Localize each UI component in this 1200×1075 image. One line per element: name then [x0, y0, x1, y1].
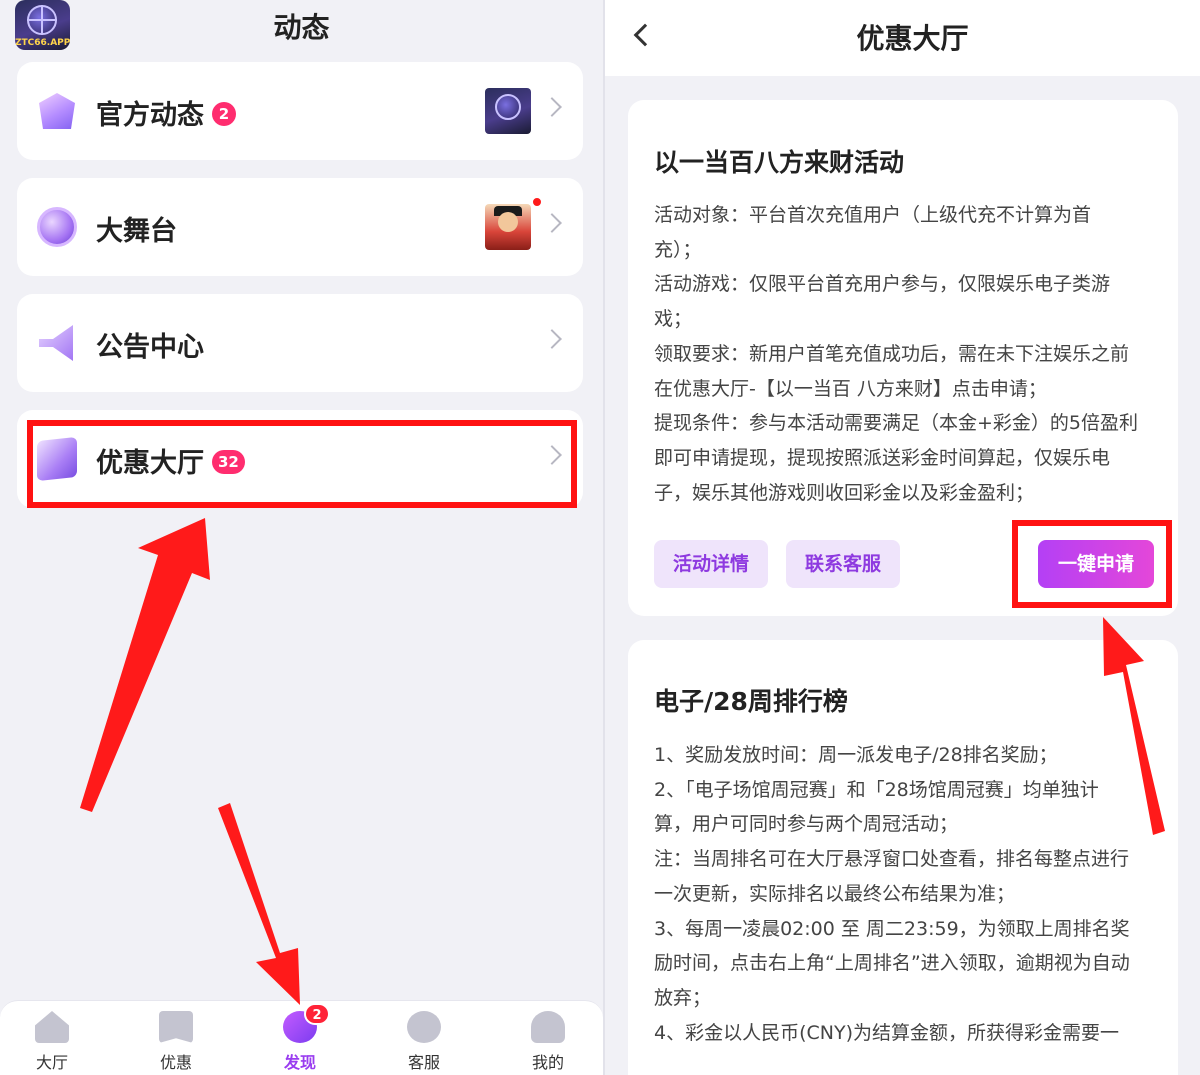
top-bar: ZTC66.APP 动态 [0, 0, 603, 50]
menu-item-official-news[interactable]: 官方动态 2 [17, 62, 583, 160]
promo-line: 1、奖励发放时间：周一派发电子/28排名奖励； [654, 744, 1058, 766]
menu-item-label: 官方动态 [96, 100, 204, 131]
promo-title: 以一当百八方来财活动 [654, 148, 905, 177]
arrow-to-discover-tab [218, 803, 300, 1005]
tab-offers[interactable]: 优惠 [136, 1011, 216, 1073]
tab-label: 优惠 [159, 1053, 192, 1072]
promo-line: 励时间，点击右上角“上周排名”进入领取，逾期视为自动 [654, 952, 1130, 975]
notification-badge: 2 [304, 1003, 330, 1025]
header: 优惠大厅 [605, 0, 1200, 76]
annotation-arrows [80, 518, 300, 1005]
chevron-right-icon [542, 97, 562, 117]
crown-icon [39, 93, 75, 129]
highlight-box [1012, 520, 1172, 608]
home-icon [35, 1011, 69, 1043]
promo-title: 电子/28周排行榜 [654, 687, 848, 716]
customer-service-icon [407, 1011, 441, 1043]
promo-line: 提现条件：参与本活动需要满足（本金+彩金）的5倍盈利 [654, 412, 1139, 435]
promotions-screen: 优惠大厅 以一当百八方来财活动 活动对象：平台首次充值用户（上级代充不计算为首 … [605, 0, 1200, 1075]
contact-support-button[interactable]: 联系客服 [786, 540, 900, 588]
user-icon [531, 1011, 565, 1043]
promo-line: 在优惠大厅-【以一当百 八方来财】点击申请； [654, 377, 1047, 400]
promo-description: 1、奖励发放时间：周一派发电子/28排名奖励； 2、「电子场馆周冠赛」和「28场… [654, 738, 1159, 1050]
menu-item-announcements[interactable]: 公告中心 [17, 294, 583, 392]
page-title: 动态 [273, 11, 330, 44]
promo-line: 2、「电子场馆周冠赛」和「28场馆周冠赛」均单独计 [654, 778, 1099, 801]
app-logo-thumbnail [485, 88, 531, 134]
chevron-right-icon [542, 213, 562, 233]
tab-discover[interactable]: 2 发现 [260, 1003, 340, 1073]
menu-item-big-stage[interactable]: 大舞台 [17, 178, 583, 276]
tab-label: 发现 [283, 1053, 316, 1072]
star-bookmark-icon [159, 1011, 193, 1043]
promo-line: 即可申请提现，提现按照派送彩金时间算起，仅娱乐电 [654, 446, 1111, 469]
megaphone-icon [39, 325, 73, 361]
promo-description: 活动对象：平台首次充值用户（上级代充不计算为首 充）； 活动游戏：仅限平台首充用… [654, 198, 1159, 510]
menu-item-label: 大舞台 [96, 216, 177, 247]
promo-line: 4、彩金以人民币(CNY)为结算金额，所获得彩金需要一 [654, 1021, 1120, 1044]
notification-badge: 2 [212, 102, 236, 126]
bottom-tab-bar: 大厅 优惠 2 发现 客服 我的 [0, 1000, 603, 1075]
promo-line: 领取要求：新用户首笔充值成功后，需在未下注娱乐之前 [654, 342, 1130, 365]
promo-line: 注：当周排名可在大厅悬浮窗口处查看，排名每整点进行 [654, 848, 1130, 871]
tab-label: 大厅 [35, 1053, 68, 1072]
discover-screen: ZTC66.APP 动态 官方动态 2 大舞台 公告中心 优惠大厅 32 大厅 … [0, 0, 603, 1075]
tab-label: 客服 [407, 1053, 440, 1072]
globe-icon [495, 94, 521, 120]
tab-label: 我的 [531, 1053, 564, 1072]
promo-line: 活动游戏：仅限平台首充用户参与，仅限娱乐电子类游 [654, 273, 1111, 296]
unread-dot [531, 196, 543, 208]
tab-mine[interactable]: 我的 [508, 1011, 588, 1073]
promo-line: 放弃； [654, 986, 712, 1009]
coin-icon [37, 207, 77, 247]
promo-line: 3、每周一凌晨02:00 至 周二23:59，为领取上周排名奖 [654, 917, 1130, 940]
tab-lobby[interactable]: 大厅 [12, 1011, 92, 1073]
tab-customer-service[interactable]: 客服 [384, 1011, 464, 1073]
page-title: 优惠大厅 [856, 22, 969, 55]
highlight-box [27, 420, 577, 508]
promo-line: 一次更新，实际排名以最终公布结果为准； [654, 882, 1016, 905]
promo-line: 子，娱乐其他游戏则收回彩金以及彩金盈利； [654, 481, 1035, 504]
promo-line: 戏； [654, 308, 693, 331]
promo-line: 充）； [654, 238, 702, 261]
promo-card-weekly-ranking: 电子/28周排行榜 1、奖励发放时间：周一派发电子/28排名奖励； 2、「电子场… [628, 640, 1178, 1075]
promo-line: 活动对象：平台首次充值用户（上级代充不计算为首 [654, 204, 1092, 226]
promo-line: 算，用户可同时参与两个周冠活动； [654, 813, 959, 836]
menu-item-label: 公告中心 [96, 332, 204, 363]
arrow-to-promotions [80, 518, 210, 812]
chevron-right-icon [542, 329, 562, 349]
fortune-god-thumbnail [485, 196, 543, 250]
activity-details-button[interactable]: 活动详情 [654, 540, 768, 588]
